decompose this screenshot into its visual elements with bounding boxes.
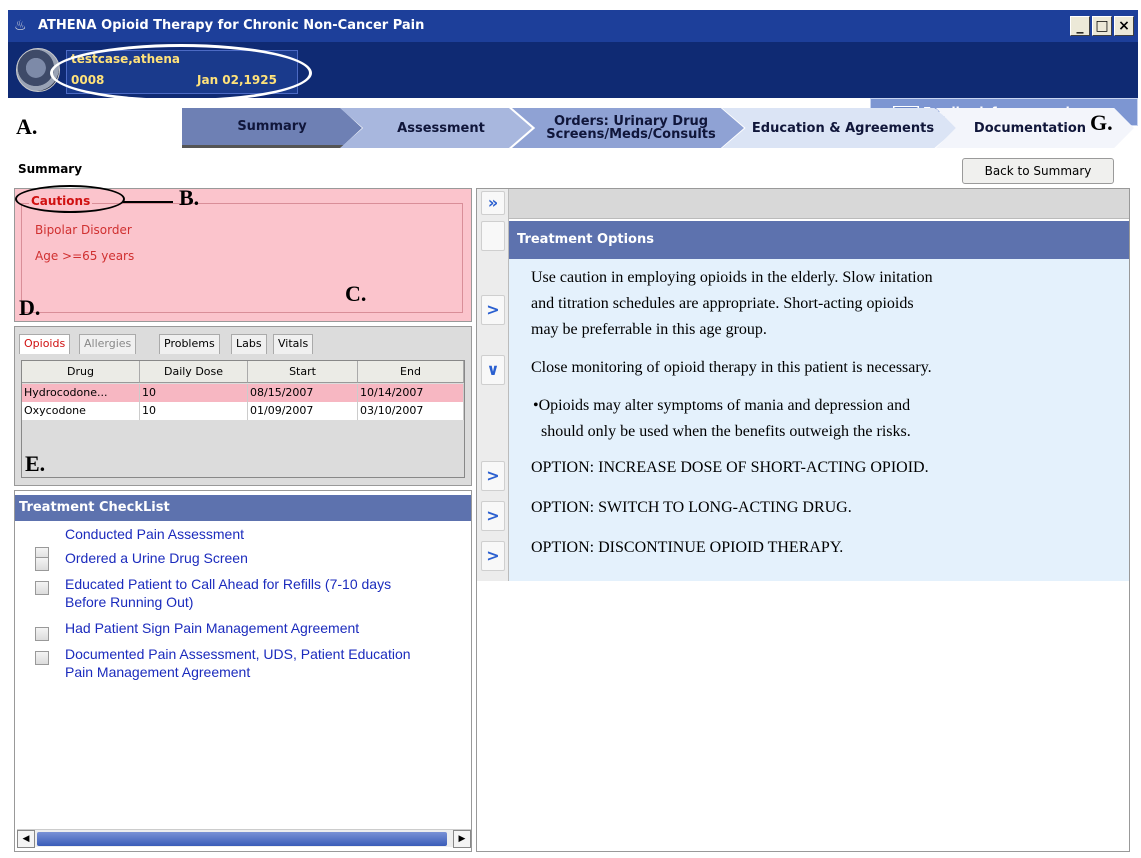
row-action-strip: » > ∨ > > > — [477, 189, 509, 581]
table-row[interactable]: Oxycodone 10 01/09/2007 03/10/2007 — [22, 402, 464, 420]
table-cell: Hydrocodone... — [22, 384, 140, 402]
column-header-start[interactable]: Start — [248, 361, 358, 383]
treatment-options-body: Use caution in employing opioids in the … — [509, 259, 1129, 581]
tab-allergies[interactable]: Allergies — [79, 334, 137, 354]
annotation-oval-b — [15, 185, 125, 213]
row-spacer-button — [481, 221, 505, 251]
nav-tab-assessment[interactable]: Assessment — [340, 108, 532, 148]
expand-option3-icon[interactable]: > — [481, 541, 505, 571]
expand-row-icon[interactable]: > — [481, 295, 505, 325]
checklist-checkbox[interactable] — [35, 651, 49, 665]
checklist-checkbox[interactable] — [35, 627, 49, 641]
checklist-item-label[interactable]: Had Patient Sign Pain Management Agreeme… — [65, 619, 359, 637]
minimize-button[interactable]: _ — [1070, 16, 1090, 36]
bullet-line: •Opioids may alter symptoms of mania and… — [533, 397, 911, 414]
collapse-row-icon[interactable]: ∨ — [481, 355, 505, 385]
checklist-item-label-cont[interactable]: Before Running Out) — [65, 593, 193, 611]
table-row[interactable]: Hydrocodone... 10 08/15/2007 10/14/2007 — [22, 384, 464, 402]
column-header-daily-dose[interactable]: Daily Dose — [140, 361, 248, 383]
app-logo-icon: ♨ — [14, 18, 27, 34]
scroll-left-icon[interactable]: ◀ — [17, 830, 35, 848]
table-cell: 10 — [140, 402, 248, 420]
expand-all-icon[interactable]: » — [481, 191, 505, 215]
checklist-item-label[interactable]: Documented Pain Assessment, UDS, Patient… — [65, 645, 469, 663]
title-bar: ♨ ATHENA Opioid Therapy for Chronic Non-… — [8, 10, 1138, 42]
checklist-item-label[interactable]: Conducted Pain Assessment — [65, 525, 244, 543]
expand-option1-icon[interactable]: > — [481, 461, 505, 491]
table-cell: Oxycodone — [22, 402, 140, 420]
nav-tab-orders-label-line2: Screens/Meds/Consults — [546, 127, 716, 142]
table-cell: 08/15/2007 — [248, 384, 358, 402]
caution-paragraph-line: Use caution in employing opioids in the … — [531, 269, 933, 286]
checklist-title: Treatment CheckList — [15, 495, 471, 521]
horizontal-scrollbar[interactable]: ◀ ▶ — [17, 829, 471, 848]
monitoring-paragraph: Close monitoring of opioid therapy in th… — [531, 359, 932, 376]
annotation-label-e: E. — [25, 451, 46, 476]
panel-toolbar — [509, 189, 1129, 219]
option-discontinue[interactable]: OPTION: DISCONTINUE OPIOID THERAPY. — [531, 535, 843, 561]
clinical-data-panel: Opioids Allergies Problems Labs Vitals D… — [14, 326, 472, 486]
checklist-checkbox[interactable] — [35, 557, 49, 571]
table-cell: 10/14/2007 — [358, 384, 464, 402]
tab-labs[interactable]: Labs — [231, 334, 267, 354]
nav-tab-education[interactable]: Education & Agreements — [722, 108, 958, 148]
option-switch-drug[interactable]: OPTION: SWITCH TO LONG-ACTING DRUG. — [531, 495, 852, 521]
nav-tab-summary[interactable]: Summary — [182, 108, 362, 148]
tab-opioids[interactable]: Opioids — [19, 334, 71, 354]
checklist-item-label-cont[interactable]: Pain Management Agreement — [65, 663, 250, 681]
annotation-line-b — [123, 201, 173, 203]
bullet-line: should only be used when the benefits ou… — [541, 423, 911, 440]
scroll-right-icon[interactable]: ▶ — [453, 830, 471, 848]
nav-tab-assessment-label: Assessment — [397, 120, 485, 136]
nav-tab-summary-label: Summary — [237, 119, 307, 134]
cautions-panel: Cautions B. Bipolar Disorder Age >=65 ye… — [14, 185, 472, 322]
checklist-item-label[interactable]: Educated Patient to Call Ahead for Refil… — [65, 575, 391, 593]
tab-vitals[interactable]: Vitals — [273, 334, 314, 354]
nav-tab-documentation-label: Documentation — [973, 120, 1087, 136]
caution-item: Age >=65 years — [35, 249, 135, 263]
window-title: ATHENA Opioid Therapy for Chronic Non-Ca… — [38, 18, 425, 33]
table-cell: 03/10/2007 — [358, 402, 464, 420]
checklist-checkbox[interactable] — [35, 581, 49, 595]
annotation-oval-a — [50, 44, 312, 102]
close-button[interactable]: × — [1114, 16, 1134, 36]
annotation-label-a: A. — [16, 114, 38, 139]
caution-paragraph-line: and titration schedules are appropriate.… — [531, 295, 914, 312]
scrollbar-thumb[interactable] — [37, 832, 447, 846]
section-title: Summary — [18, 162, 83, 176]
checklist-item-label[interactable]: Ordered a Urine Drug Screen — [65, 549, 248, 567]
option-increase-dose[interactable]: OPTION: INCREASE DOSE OF SHORT-ACTING OP… — [531, 455, 929, 481]
nav-tab-orders[interactable]: Orders: Urinary Drug Screens/Meds/Consul… — [512, 108, 744, 148]
caution-item: Bipolar Disorder — [35, 223, 132, 237]
annotation-label-c: C. — [345, 281, 367, 306]
expand-option2-icon[interactable]: > — [481, 501, 505, 531]
maximize-button[interactable]: □ — [1092, 16, 1112, 36]
annotation-label-b: B. — [179, 185, 200, 210]
column-header-end[interactable]: End — [358, 361, 464, 383]
column-header-drug[interactable]: Drug — [22, 361, 140, 383]
table-cell: 01/09/2007 — [248, 402, 358, 420]
treatment-options-panel: » > ∨ > > > Treatment Options Use cautio… — [476, 188, 1130, 852]
tab-problems[interactable]: Problems — [159, 334, 220, 354]
opioid-table: Drug Daily Dose Start End Hydrocodone...… — [21, 360, 465, 478]
treatment-options-title: Treatment Options — [509, 221, 1129, 259]
nav-tab-education-label: Education & Agreements — [751, 120, 935, 136]
back-to-summary-button[interactable]: Back to Summary — [962, 158, 1114, 184]
annotation-label-g: G. — [1090, 110, 1113, 135]
treatment-checklist-panel: Treatment CheckList Conducted Pain Asses… — [14, 490, 472, 852]
table-cell: 10 — [140, 384, 248, 402]
annotation-label-d: D. — [19, 295, 41, 320]
caution-paragraph-line: may be preferrable in this age group. — [531, 321, 767, 338]
